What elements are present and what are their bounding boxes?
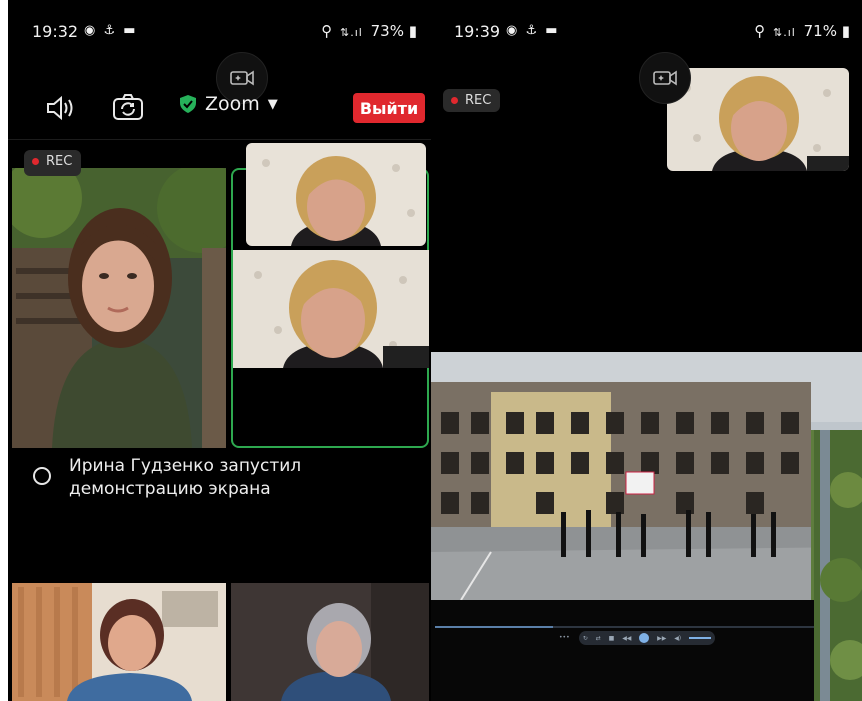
location-icon: ⚲ — [754, 22, 766, 40]
participant-video-frame — [246, 143, 426, 246]
rec-dot — [451, 97, 458, 104]
notice-text: Ирина Гудзенко запустил демонстрацию экр… — [69, 456, 302, 499]
leave-meeting-button[interactable]: Выйти — [353, 93, 425, 123]
status-bar: 19:39 ◉ ⚓ ▬ ⚲ ⇅.ıl 71% ▮ — [431, 22, 862, 46]
participant-video-frame — [12, 168, 226, 448]
video-player-controls: ••• ↻ ⇄ ■ ◀◀ ▶▶ ◀) — [431, 600, 862, 701]
status-right: ⚲ ⇅.ıl 71% ▮ — [754, 22, 850, 40]
shuffle-icon[interactable]: ⇄ — [596, 635, 601, 642]
battery-percent: 73% — [370, 22, 404, 40]
toolbar-divider — [8, 139, 431, 140]
rec-badge: REC — [24, 150, 82, 173]
status-time: 19:32 — [32, 22, 79, 41]
status-bar: 19:32 ◉ ⚓ ▬ ⚲ ⇅.ıl 73% ▮ — [8, 22, 431, 46]
volume-icon[interactable]: ◀) — [674, 635, 681, 642]
speaker-icon[interactable] — [46, 95, 76, 125]
battery-icon: ▮ — [408, 22, 417, 40]
status-right: ⚲ ⇅.ıl 73% ▮ — [321, 22, 417, 40]
player-control-pill[interactable]: ↻ ⇄ ■ ◀◀ ▶▶ ◀) — [579, 631, 715, 645]
stop-icon[interactable]: ■ — [609, 635, 615, 642]
shared-screen-video[interactable] — [431, 352, 862, 600]
shield-check-icon — [180, 95, 196, 113]
signal-icon: ⇅.ıl — [773, 26, 796, 39]
battery-percent: 71% — [803, 22, 837, 40]
camera-effects-icon[interactable] — [639, 52, 691, 104]
time-label: ••• — [559, 634, 570, 641]
participant-video-frame — [233, 250, 429, 368]
battery-icon: ▮ — [841, 22, 850, 40]
side-strip-frame — [814, 430, 862, 701]
play-pause-icon[interactable] — [639, 633, 650, 643]
participant-video-frame — [231, 583, 429, 701]
location-icon: ⚲ — [321, 22, 333, 40]
side-video-strip — [814, 430, 862, 701]
chevron-down-icon: ▼ — [267, 96, 278, 112]
rec-label: REC — [46, 154, 73, 169]
meeting-title-dropdown[interactable]: Zoom ▼ — [180, 93, 278, 115]
forward-icon[interactable]: ▶▶ — [657, 635, 666, 642]
volume-slider[interactable] — [689, 637, 711, 639]
participant-video-frame — [12, 583, 226, 701]
signal-icon: ⇅.ıl — [340, 26, 363, 39]
meeting-title: Zoom — [205, 93, 260, 115]
rewind-icon[interactable]: ◀◀ — [622, 635, 631, 642]
participant-video-bottom-right[interactable] — [231, 583, 429, 701]
screen-share-notice: Ирина Гудзенко запустил демонстрацию экр… — [33, 455, 423, 501]
participant-video-main[interactable]: REC — [12, 168, 226, 448]
status-time: 19:39 — [454, 22, 501, 41]
repeat-icon[interactable]: ↻ — [583, 635, 588, 642]
video-progress-bar[interactable] — [435, 626, 817, 628]
participant-video-thumb[interactable] — [246, 143, 426, 246]
right-phone-screen: 19:39 ◉ ⚓ ▬ ⚲ ⇅.ıl 71% ▮ REC ••• ↻ ⇄ ■ ◀… — [431, 0, 862, 701]
rec-dot — [32, 158, 39, 165]
participant-video-floating[interactable] — [667, 68, 849, 171]
participant-video-bottom-left[interactable] — [12, 583, 226, 701]
loading-spinner-icon — [33, 467, 51, 485]
rec-badge: REC — [443, 89, 501, 112]
video-progress-fill — [435, 626, 554, 628]
left-phone-screen: 19:32 ◉ ⚓ ▬ ⚲ ⇅.ıl 73% ▮ Zoom ▼ Выйти RE… — [8, 0, 431, 701]
camera-switch-icon[interactable] — [112, 93, 144, 125]
participant-video-speaker[interactable] — [233, 250, 429, 368]
notification-icons: ◉ ⚓ ▬ — [506, 23, 560, 38]
notification-icons: ◉ ⚓ ▬ — [84, 23, 138, 38]
shared-video-frame — [431, 352, 862, 600]
participant-video-frame — [667, 68, 849, 171]
rec-label: REC — [465, 93, 492, 108]
